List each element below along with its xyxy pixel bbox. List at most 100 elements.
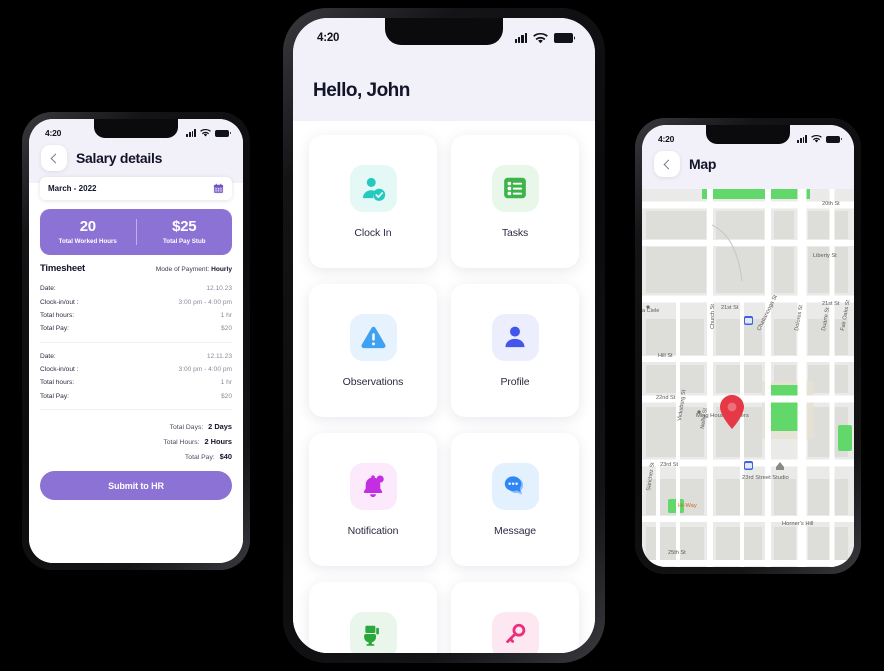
timesheet-row: Date: 12.11.23 bbox=[40, 350, 232, 363]
svg-text:23rd St: 23rd St bbox=[660, 462, 678, 468]
phone-screen-map: 4:20 Map 20th St Liberty St 21st St 21st… bbox=[642, 125, 854, 567]
summary-stat-card: 20 Total Worked Hours $25 Total Pay Stub bbox=[40, 209, 232, 255]
tile-message[interactable]: Message bbox=[451, 433, 579, 566]
svg-text:a Ciele: a Ciele bbox=[642, 308, 659, 314]
wifi-icon bbox=[533, 32, 548, 43]
map-title-row: Map bbox=[642, 151, 854, 177]
tile-label: Observations bbox=[342, 375, 404, 388]
map-park-main bbox=[770, 385, 802, 431]
row-value: 3:00 pm - 4:00 pm bbox=[178, 298, 232, 306]
salary-body: March - 2022 20 Total Worked Hours $25 T… bbox=[29, 177, 243, 563]
total-key: Total Days: bbox=[169, 424, 204, 431]
total-hours: Total Hours: 2 Hours bbox=[40, 434, 232, 449]
tile-profile[interactable]: Profile bbox=[451, 284, 579, 417]
row-value: 12.11.23 bbox=[206, 352, 232, 360]
screenshot-stage: 4:20 Salary details March - 2022 20 Tota… bbox=[0, 0, 884, 671]
timesheet-entry: Date: 12.10.23 Clock-in/out : 3:00 pm - … bbox=[40, 282, 232, 343]
svg-text:22nd St: 22nd St bbox=[656, 395, 676, 401]
phone-map: 4:20 Map 20th St Liberty St 21st St 21st… bbox=[635, 118, 861, 574]
timesheet-row: Clock-in/out : 3:00 pm - 4:00 pm bbox=[40, 363, 232, 376]
row-value: 1 hr bbox=[220, 311, 232, 319]
timesheet-row: Total Pay: $20 bbox=[40, 390, 232, 403]
tile-label: Profile bbox=[500, 375, 530, 388]
warning-triangle-icon bbox=[349, 313, 397, 361]
chevron-left-icon bbox=[663, 159, 673, 169]
status-icons bbox=[514, 32, 573, 44]
battery-icon bbox=[826, 135, 840, 143]
phone-screen-dashboard: 4:20 Hello, John Clock In Tasks Observat… bbox=[293, 18, 595, 653]
cellular-bars-icon bbox=[185, 129, 196, 137]
tile-clock-in[interactable]: Clock In bbox=[309, 135, 437, 268]
task-list-icon bbox=[491, 164, 539, 212]
page-title: Map bbox=[689, 156, 717, 172]
payment-mode-label: Mode of Payment: bbox=[155, 266, 210, 273]
tile-label: Notification bbox=[347, 524, 399, 537]
status-icons bbox=[185, 129, 229, 137]
timesheet-section: Timesheet Mode of Payment: Hourly Date: … bbox=[40, 263, 232, 464]
request-hand-icon bbox=[349, 611, 397, 653]
notch bbox=[94, 119, 178, 138]
back-button[interactable] bbox=[654, 151, 680, 177]
total-value: $40 bbox=[219, 452, 232, 461]
notch bbox=[706, 125, 790, 144]
tile-label: Clock In bbox=[354, 226, 392, 239]
svg-text:Hill St: Hill St bbox=[658, 353, 673, 359]
month-picker[interactable]: March - 2022 bbox=[40, 177, 232, 200]
dashboard-grid: Clock In Tasks Observations Profile Noti… bbox=[293, 121, 595, 653]
page-title: Salary details bbox=[76, 150, 163, 166]
back-button[interactable] bbox=[41, 145, 67, 171]
total-key: Total Hours: bbox=[163, 439, 200, 446]
row-key: Total hours: bbox=[40, 379, 75, 387]
chat-bubble-icon bbox=[491, 462, 539, 510]
timesheet-row: Total hours: 1 hr bbox=[40, 376, 232, 389]
phone-salary-details: 4:20 Salary details March - 2022 20 Tota… bbox=[22, 112, 250, 570]
tile-reset-password[interactable]: Reset Password bbox=[451, 582, 579, 653]
row-value: $20 bbox=[220, 325, 232, 333]
map-graphic: 20th St Liberty St 21st St 21st St a Cie… bbox=[642, 189, 854, 567]
stat-value: 20 bbox=[79, 218, 96, 236]
stat-worked-hours: 20 Total Worked Hours bbox=[40, 219, 136, 245]
tile-tasks[interactable]: Tasks bbox=[451, 135, 579, 268]
row-key: Clock-in/out : bbox=[40, 366, 79, 374]
tile-label: Message bbox=[494, 524, 536, 537]
tile-observations[interactable]: Observations bbox=[309, 284, 437, 417]
map-canvas[interactable]: 20th St Liberty St 21st St 21st St a Cie… bbox=[642, 189, 854, 567]
svg-text:20th St: 20th St bbox=[822, 201, 840, 207]
svg-text:21st St: 21st St bbox=[721, 305, 739, 311]
cellular-bars-icon bbox=[796, 135, 807, 143]
status-time: 4:20 bbox=[317, 32, 340, 44]
stat-label: Total Worked Hours bbox=[58, 237, 117, 245]
row-value: 3:00 pm - 4:00 pm bbox=[178, 366, 232, 374]
total-value: 2 Days bbox=[208, 422, 232, 431]
timesheet-row: Total hours: 1 hr bbox=[40, 309, 232, 322]
month-picker-value: March - 2022 bbox=[48, 184, 97, 193]
submit-to-hr-button[interactable]: Submit to HR bbox=[40, 471, 232, 500]
calendar-icon bbox=[213, 183, 224, 194]
row-key: Date: bbox=[40, 352, 56, 360]
timesheet-totals: Total Days: 2 Days Total Hours: 2 Hours … bbox=[40, 417, 232, 464]
user-check-icon bbox=[349, 164, 397, 212]
svg-text:23rd Street Studio: 23rd Street Studio bbox=[742, 475, 789, 481]
cellular-bars-icon bbox=[514, 33, 527, 43]
status-icons bbox=[796, 135, 840, 143]
tile-label: Tasks bbox=[501, 226, 529, 239]
timesheet-header: Timesheet Mode of Payment: Hourly bbox=[40, 263, 232, 274]
timesheet-heading: Timesheet bbox=[40, 263, 86, 274]
stat-label: Total Pay Stub bbox=[162, 237, 206, 245]
phone-screen-salary: 4:20 Salary details March - 2022 20 Tota… bbox=[29, 119, 243, 563]
stat-pay-stub: $25 Total Pay Stub bbox=[137, 219, 233, 245]
total-pay: Total Pay: $40 bbox=[40, 449, 232, 464]
row-key: Total Pay: bbox=[40, 325, 69, 333]
stat-value: $25 bbox=[172, 218, 197, 236]
tile-request[interactable]: Request bbox=[309, 582, 437, 653]
timesheet-row: Total Pay: $20 bbox=[40, 322, 232, 335]
total-days: Total Days: 2 Days bbox=[40, 419, 232, 434]
svg-text:21st St: 21st St bbox=[822, 301, 840, 307]
phone-dashboard: 4:20 Hello, John Clock In Tasks Observat… bbox=[283, 8, 605, 663]
tile-notification[interactable]: Notification bbox=[309, 433, 437, 566]
total-key: Total Pay: bbox=[184, 454, 215, 461]
key-icon bbox=[491, 611, 539, 653]
timesheet-row: Date: 12.10.23 bbox=[40, 282, 232, 295]
battery-icon bbox=[215, 129, 229, 137]
notch bbox=[385, 18, 503, 45]
